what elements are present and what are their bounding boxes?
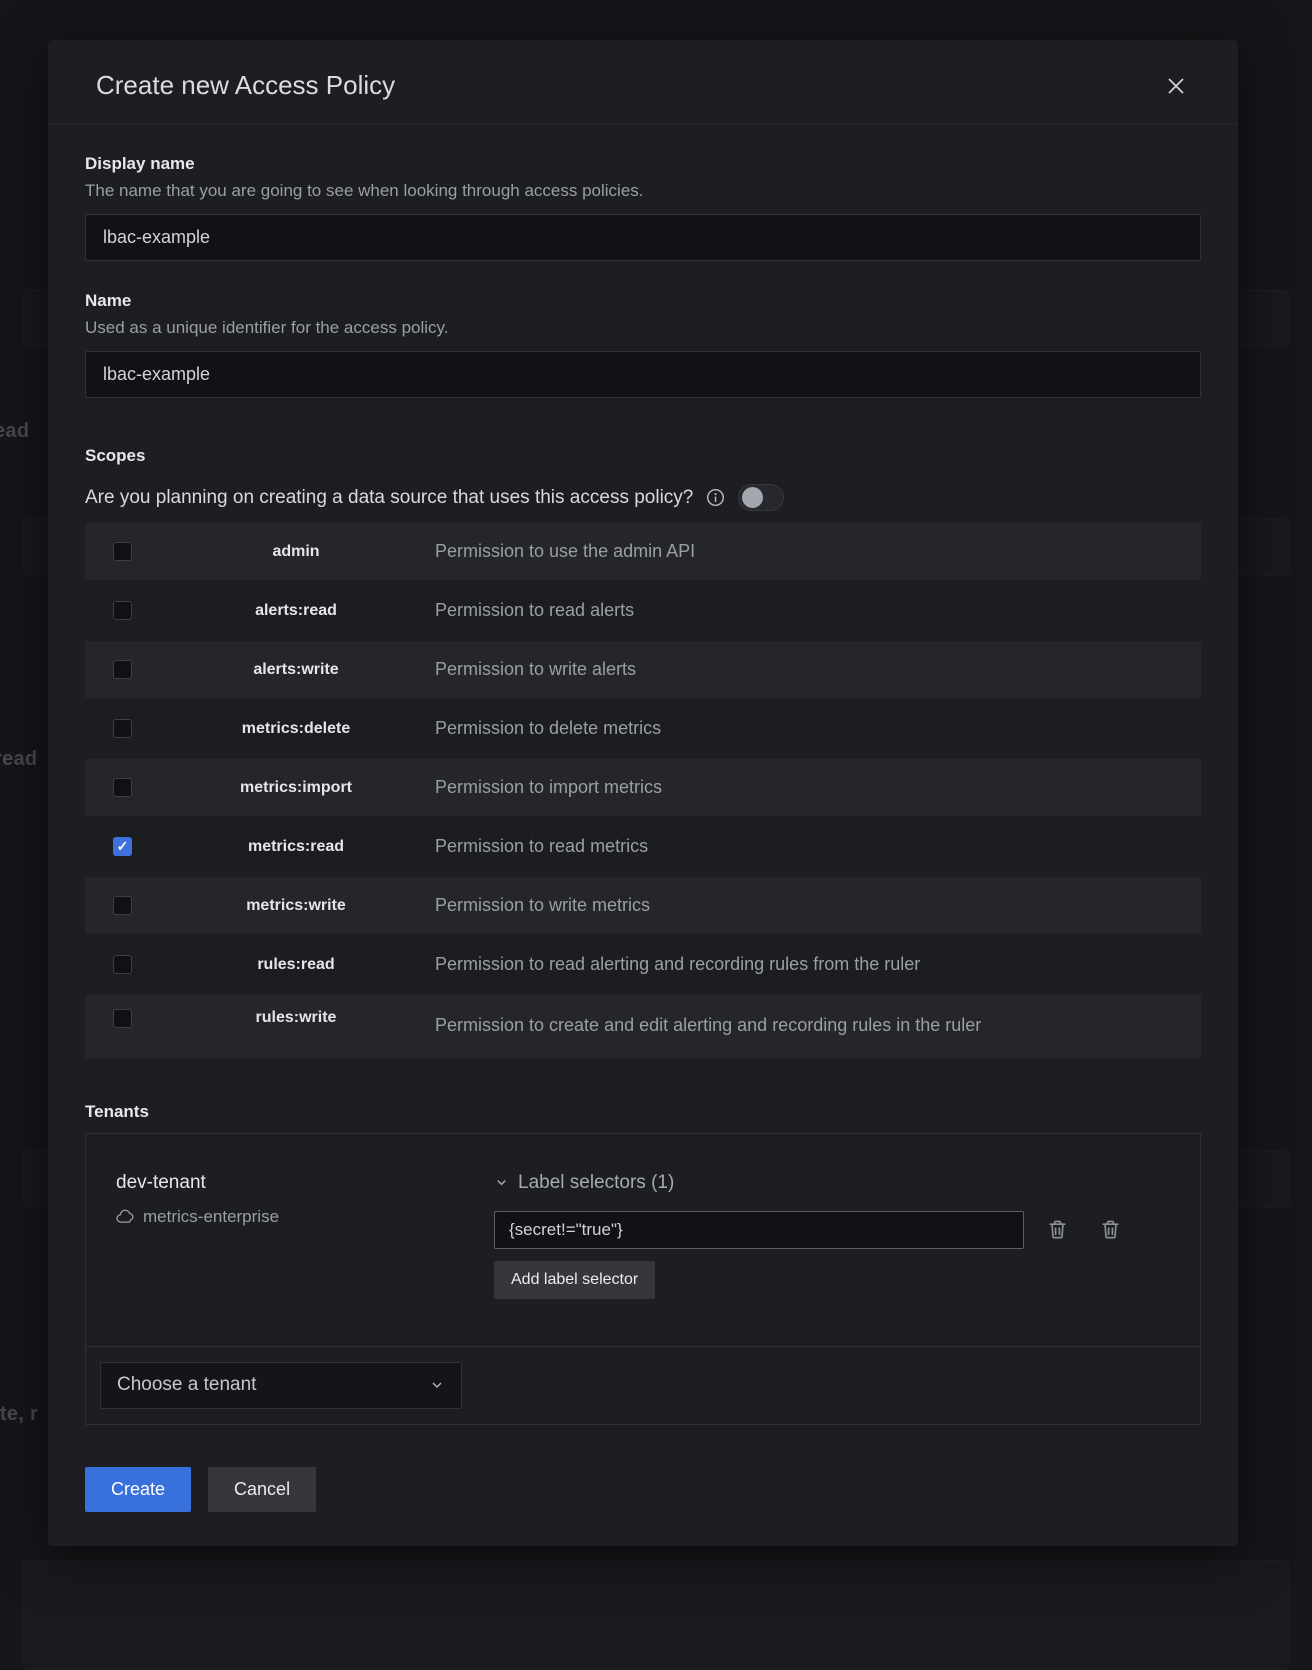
scope-name: metrics:import [157,779,435,797]
create-button[interactable]: Create [85,1467,191,1512]
tenant-cluster-name: metrics-enterprise [143,1207,279,1227]
label-selector-line [494,1211,1184,1249]
scope-checkbox[interactable] [113,719,132,738]
chevron-down-icon [429,1377,445,1393]
scopes-table: admin Permission to use the admin API al… [85,523,1201,1060]
backdrop-text-fragment: ead [0,420,29,443]
modal-body: Display name The name that you are going… [48,154,1238,1512]
scope-checkbox-cell [85,601,157,620]
scope-row: rules:write Permission to create and edi… [85,995,1201,1058]
tenant-cluster: metrics-enterprise [116,1207,494,1227]
scope-row: rules:read Permission to read alerting a… [85,936,1201,993]
datasource-toggle[interactable] [738,484,784,511]
scope-checkbox[interactable] [113,837,132,856]
backdrop-text-fragment: read [0,748,37,771]
scope-checkbox[interactable] [113,542,132,561]
scope-name: alerts:write [157,661,435,679]
trash-icon [1099,1218,1122,1241]
scopes-label: Scopes [85,446,1201,466]
scope-description: Permission to create and edit alerting a… [435,1009,1105,1042]
scope-name: rules:write [157,1009,435,1027]
choose-tenant-placeholder: Choose a tenant [117,1374,256,1396]
scope-name: alerts:read [157,602,435,620]
scopes-section: Scopes Are you planning on creating a da… [85,446,1201,1060]
close-icon [1166,76,1186,96]
scope-checkbox-cell [85,542,157,561]
scope-name: metrics:read [157,838,435,856]
delete-tenant-button[interactable] [1095,1214,1126,1245]
scope-name: rules:read [157,956,435,974]
scope-checkbox[interactable] [113,955,132,974]
scope-description: Permission to read alerts [435,594,1105,627]
scope-description: Permission to read metrics [435,830,1105,863]
close-button[interactable] [1162,72,1190,100]
label-selectors-header[interactable]: Label selectors (1) [494,1172,1184,1194]
backdrop-text-fragment: ite, r [0,1403,38,1426]
scope-description: Permission to import metrics [435,771,1105,804]
toggle-knob [742,487,763,508]
modal-header: Create new Access Policy [48,40,1238,124]
backdrop-panel [22,1560,1290,1670]
scope-row: metrics:read Permission to read metrics [85,818,1201,875]
add-label-selector-button[interactable]: Add label selector [494,1261,655,1299]
name-group: Name Used as a unique identifier for the… [85,291,1201,398]
cloud-icon [116,1209,135,1224]
scope-checkbox-cell [85,719,157,738]
datasource-question: Are you planning on creating a data sour… [85,487,693,509]
label-selector-input[interactable] [494,1211,1024,1249]
modal-footer: Create Cancel [85,1467,1201,1512]
info-icon[interactable] [706,488,725,507]
scope-checkbox[interactable] [113,896,132,915]
display-name-group: Display name The name that you are going… [85,154,1201,261]
scope-checkbox-cell [85,896,157,915]
scope-name: admin [157,543,435,561]
scope-row: alerts:read Permission to read alerts [85,582,1201,639]
modal-title: Create new Access Policy [96,70,395,101]
choose-tenant-select[interactable]: Choose a tenant [100,1362,462,1409]
scope-checkbox-cell [85,837,157,856]
tenants-section: Tenants dev-tenant metrics-enterprise [85,1102,1201,1425]
scope-checkbox[interactable] [113,660,132,679]
scope-description: Permission to read alerting and recordin… [435,948,1105,981]
scope-description: Permission to write alerts [435,653,1105,686]
tenants-panel: dev-tenant metrics-enterprise [85,1133,1201,1425]
scopes-question-row: Are you planning on creating a data sour… [85,484,1201,511]
scope-row: metrics:write Permission to write metric… [85,877,1201,934]
scope-row: metrics:import Permission to import metr… [85,759,1201,816]
scope-checkbox-cell [85,1009,157,1028]
scope-checkbox[interactable] [113,601,132,620]
scope-checkbox[interactable] [113,1009,132,1028]
tenant-info: dev-tenant metrics-enterprise [102,1172,494,1320]
tenants-label: Tenants [85,1102,1201,1122]
scope-description: Permission to use the admin API [435,535,1105,568]
name-input[interactable] [85,351,1201,398]
display-name-label: Display name [85,154,1201,174]
cancel-button[interactable]: Cancel [208,1467,316,1512]
tenant-name: dev-tenant [116,1172,494,1194]
tenant-selectors: Label selectors (1) [494,1172,1184,1320]
scope-row: metrics:delete Permission to delete metr… [85,700,1201,757]
display-name-input[interactable] [85,214,1201,261]
scope-name: metrics:delete [157,720,435,738]
scope-row: alerts:write Permission to write alerts [85,641,1201,698]
trash-icon [1046,1218,1069,1241]
scope-name: metrics:write [157,897,435,915]
name-description: Used as a unique identifier for the acce… [85,318,1201,338]
scope-row: admin Permission to use the admin API [85,523,1201,580]
name-label: Name [85,291,1201,311]
delete-selector-button[interactable] [1042,1214,1073,1245]
scope-checkbox-cell [85,660,157,679]
scope-checkbox-cell [85,955,157,974]
create-access-policy-modal: Create new Access Policy Display name Th… [48,40,1238,1546]
tenants-panel-footer: Choose a tenant [86,1346,1200,1424]
display-name-description: The name that you are going to see when … [85,181,1201,201]
scope-checkbox-cell [85,778,157,797]
scope-description: Permission to delete metrics [435,712,1105,745]
label-selectors-label: Label selectors (1) [518,1172,674,1194]
scope-checkbox[interactable] [113,778,132,797]
scope-description: Permission to write metrics [435,889,1105,922]
tenant-row: dev-tenant metrics-enterprise [86,1134,1200,1346]
chevron-down-icon [494,1175,509,1190]
